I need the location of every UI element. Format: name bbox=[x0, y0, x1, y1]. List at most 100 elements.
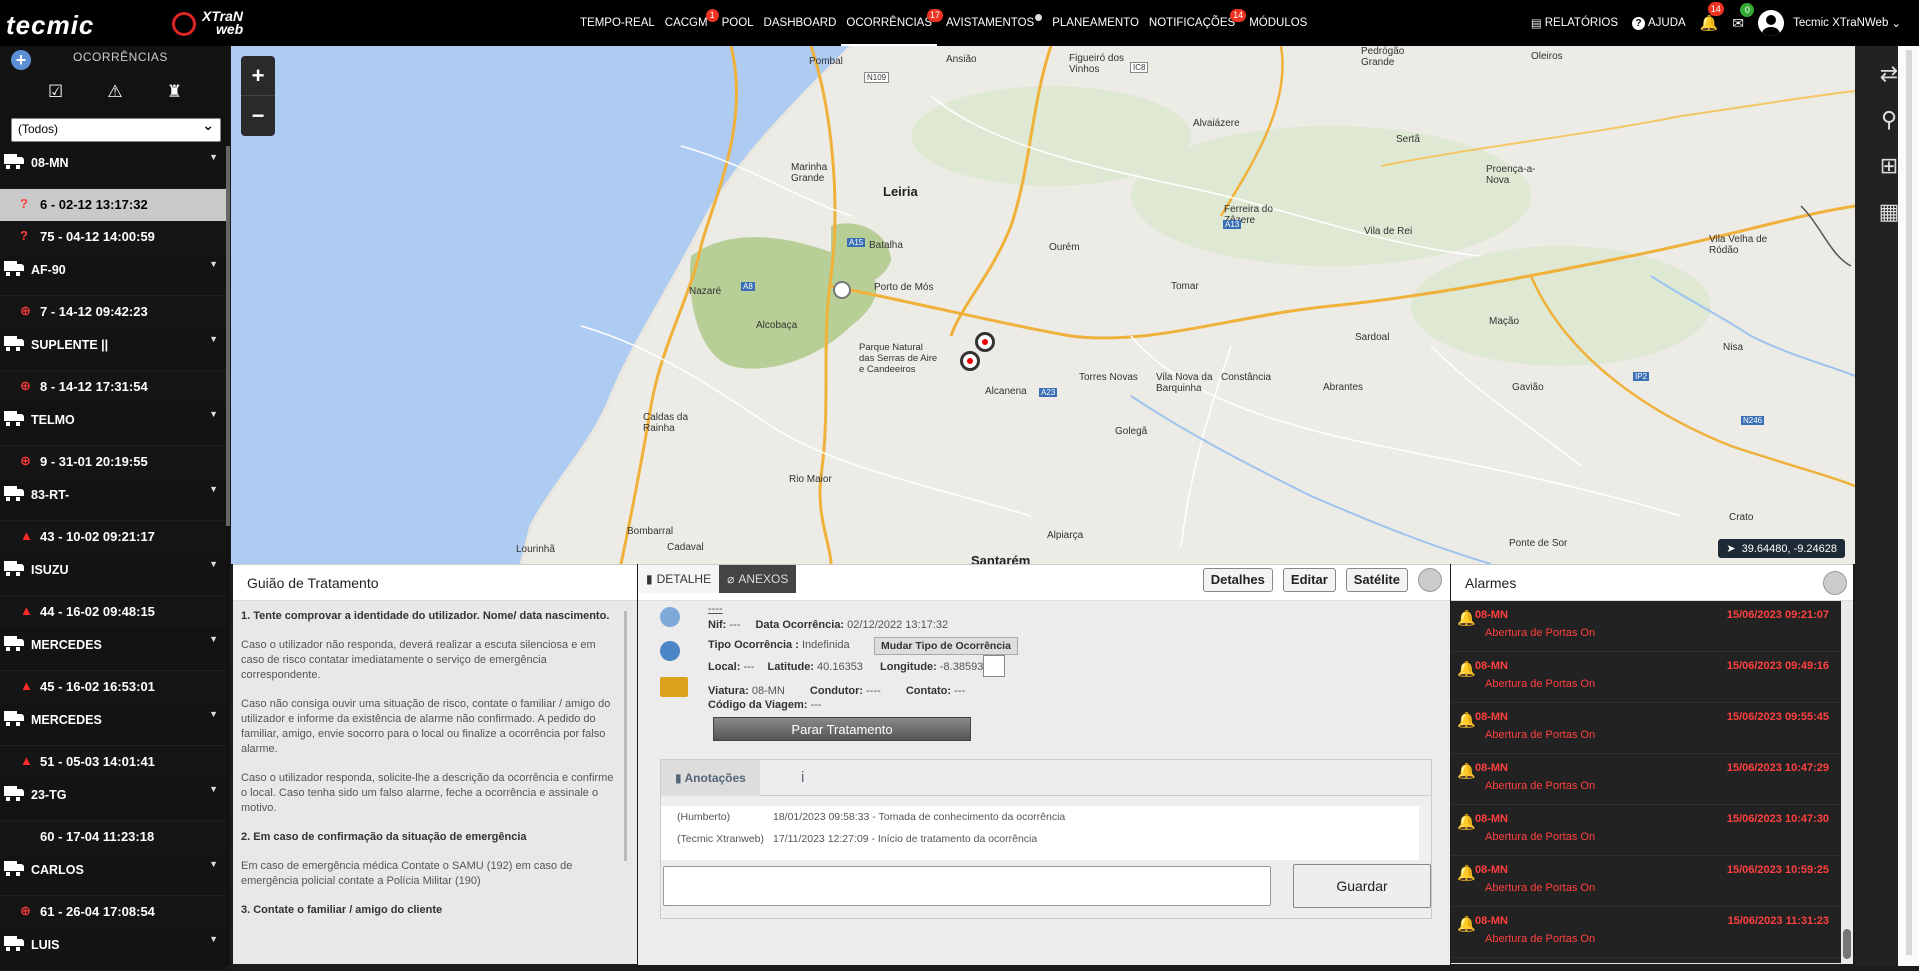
occurrence-marker-icon[interactable] bbox=[960, 351, 980, 371]
nav-ocorrencias[interactable]: OCORRÊNCIAS 17 bbox=[841, 0, 944, 46]
map-view[interactable]: Pombal Ansião Figueiró dos Vinhos Pedróg… bbox=[231, 46, 1855, 564]
vehicle-group[interactable]: SUPLENTE || ▼ bbox=[0, 328, 226, 371]
vehicle-group[interactable]: TELMO ▼ bbox=[0, 403, 226, 446]
caret-down-icon[interactable]: ▼ bbox=[209, 934, 218, 944]
detalhes-button[interactable]: Detalhes bbox=[1202, 568, 1273, 592]
nav-pool[interactable]: POOL bbox=[717, 0, 759, 46]
alarm-item[interactable]: 🔔 08-MN 15/06/2023 10:59:25 Abertura de Por… bbox=[1451, 856, 1841, 907]
alarm-item[interactable]: 🔔 08-MN 15/06/2023 10:47:29 Abertura de Por… bbox=[1451, 754, 1841, 805]
location-arrow-icon: ➤ bbox=[1726, 543, 1736, 555]
vehicle-group[interactable]: LUIS ▼ bbox=[0, 928, 226, 971]
messages-link[interactable]: ✉ 0 bbox=[1732, 2, 1755, 32]
vehicle-group[interactable]: 83-RT- ▼ bbox=[0, 478, 226, 521]
ajuda-link[interactable]: ? AJUDA bbox=[1632, 16, 1686, 30]
occurrence-label: 7 - 14-12 09:42:23 bbox=[40, 304, 148, 319]
clock-icon bbox=[660, 641, 680, 661]
nav-avistamentos-dot bbox=[1035, 14, 1043, 21]
tab-anexos[interactable]: ⌀ ANEXOS bbox=[719, 565, 797, 593]
caret-down-icon[interactable]: ▼ bbox=[209, 259, 218, 269]
nav-avistamentos[interactable]: AVISTAMENTOS bbox=[941, 0, 1043, 46]
map-label-marinha-grande: Marinha Grande bbox=[791, 162, 828, 184]
alarm-scrollbar[interactable] bbox=[1841, 601, 1853, 963]
parar-tratamento-button[interactable]: Parar Tratamento bbox=[713, 717, 971, 741]
occurrence-item[interactable]: ▲ 51 - 05-03 14:01:41 bbox=[0, 746, 226, 778]
map-label-batalha: Batalha bbox=[869, 240, 903, 251]
nav-planeamento[interactable]: PLANEAMENTO bbox=[1047, 0, 1144, 46]
nav-cacgm[interactable]: CACGM 1 bbox=[660, 0, 719, 46]
occurrence-item[interactable]: ▲ 45 - 16-02 16:53:01 bbox=[0, 671, 226, 703]
nav-modulos[interactable]: MÓDULOS bbox=[1244, 0, 1312, 46]
zoom-out-button[interactable]: − bbox=[241, 96, 275, 136]
satelite-button[interactable]: Satélite bbox=[1345, 568, 1408, 592]
caret-down-icon[interactable]: ▼ bbox=[209, 784, 218, 794]
caret-down-icon[interactable]: ▼ bbox=[209, 409, 218, 419]
tab-detalhe[interactable]: ▮ DETALHE bbox=[638, 565, 720, 593]
vehicle-name: MERCEDES bbox=[31, 713, 102, 727]
occurrence-item[interactable]: ⊕ 61 - 26-04 17:08:54 bbox=[0, 896, 226, 928]
alarm-item[interactable]: 🔔 08-MN 15/06/2023 09:55:45 Abertura de Por… bbox=[1451, 703, 1841, 754]
person-icon[interactable]: ♜ bbox=[163, 82, 185, 102]
globe-icon[interactable] bbox=[1823, 571, 1847, 595]
vehicle-pin-icon[interactable] bbox=[833, 281, 851, 299]
coordinates-readout: ➤ 39.64480, -9.24628 bbox=[1718, 539, 1845, 558]
nav-dashboard[interactable]: DASHBOARD bbox=[759, 0, 842, 46]
tab-anotacoes[interactable]: ▮ Anotações bbox=[661, 760, 760, 796]
nav-tempo-real[interactable]: TEMPO-REAL bbox=[575, 0, 660, 46]
occurrence-item[interactable]: ▲ 44 - 16-02 09:48:15 bbox=[0, 596, 226, 628]
notes-scrollbar[interactable] bbox=[1419, 806, 1431, 860]
vehicle-group[interactable]: CARLOS ▼ bbox=[0, 853, 226, 896]
alarm-vehicle: 08-MN bbox=[1475, 711, 1509, 723]
caret-down-icon[interactable]: ▼ bbox=[209, 634, 218, 644]
occurrence-item[interactable]: ⊕ 7 - 14-12 09:42:23 bbox=[0, 296, 226, 328]
occurrence-item[interactable]: ⊕ 8 - 14-12 17:31:54 bbox=[0, 371, 226, 403]
vehicle-group[interactable]: ISUZU ▼ bbox=[0, 553, 226, 596]
clipboard-icon: ▮ bbox=[646, 572, 653, 586]
checked-tray-icon[interactable]: ☑ bbox=[45, 82, 67, 102]
alarm-item[interactable]: 🔔 08-MN 15/06/2023 09:49:16 Abertura de Por… bbox=[1451, 652, 1841, 703]
copy-coordinates-icon[interactable] bbox=[983, 655, 1005, 677]
warning-icon[interactable]: ⚠ bbox=[104, 82, 126, 102]
tab-info[interactable]: i bbox=[787, 760, 818, 796]
editar-button[interactable]: Editar bbox=[1282, 568, 1336, 592]
caret-down-icon[interactable]: ▼ bbox=[209, 334, 218, 344]
globe-icon[interactable] bbox=[1418, 568, 1442, 592]
occurrence-filter-select[interactable]: (Todos) bbox=[11, 117, 221, 142]
caret-down-icon[interactable]: ▼ bbox=[209, 559, 218, 569]
occurrence-item[interactable]: ⊕ 9 - 31-01 20:19:55 bbox=[0, 446, 226, 478]
vehicle-group[interactable]: MERCEDES ▼ bbox=[0, 703, 226, 746]
occurrence-item[interactable]: 60 - 17-04 11:23:18 bbox=[0, 821, 226, 853]
tecmic-logo[interactable]: tecmic bbox=[6, 10, 94, 41]
occurrence-item[interactable]: ? 6 - 02-12 13:17:32 bbox=[0, 189, 226, 221]
caret-down-icon[interactable]: ▼ bbox=[209, 859, 218, 869]
mail-icon: ✉ bbox=[1732, 14, 1745, 31]
alarm-item[interactable]: 🔔 08-MN 15/06/2023 09:21:07 Abertura de Por… bbox=[1451, 601, 1841, 652]
vehicle-group[interactable]: 08-MN ▼ bbox=[0, 146, 226, 189]
page-scrollbar[interactable] bbox=[1906, 50, 1912, 955]
mudar-tipo-button[interactable]: Mudar Tipo de Ocorrência bbox=[874, 637, 1018, 655]
map-label-vila-velha: Vila Velha de Ródão bbox=[1709, 234, 1768, 256]
note-input[interactable] bbox=[663, 866, 1271, 906]
map-label-nazare: Nazaré bbox=[689, 286, 722, 297]
guide-scrollbar[interactable] bbox=[624, 611, 627, 861]
vehicle-group[interactable]: AF-90 ▼ bbox=[0, 253, 226, 296]
relatorios-link[interactable]: ▤ RELATÓRIOS bbox=[1531, 16, 1618, 30]
occurrence-marker-icon[interactable] bbox=[975, 332, 995, 352]
sidebar-scrollbar[interactable] bbox=[226, 146, 230, 526]
caret-down-icon[interactable]: ▼ bbox=[209, 152, 218, 162]
road-a8: A8 bbox=[741, 282, 755, 291]
occurrence-item[interactable]: ▲ 43 - 10-02 09:21:17 bbox=[0, 521, 226, 553]
add-occurrence-button[interactable]: + bbox=[11, 50, 31, 70]
caret-down-icon[interactable]: ▼ bbox=[209, 484, 218, 494]
alarm-item[interactable]: 🔔 08-MN 15/06/2023 11:31:23 Abertura de Por… bbox=[1451, 907, 1841, 958]
notifications-bell[interactable]: 🔔 14 bbox=[1700, 2, 1724, 32]
alarm-item[interactable]: 🔔 08-MN 15/06/2023 10:47:30 Abertura de Por… bbox=[1451, 805, 1841, 856]
occurrence-item[interactable]: ? 75 - 04-12 14:00:59 bbox=[0, 221, 226, 253]
nav-notificacoes[interactable]: NOTIFICAÇÕES 14 bbox=[1144, 0, 1247, 46]
guardar-button[interactable]: Guardar bbox=[1293, 864, 1431, 908]
vehicle-group[interactable]: 23-TG ▼ bbox=[0, 778, 226, 821]
map-label-alcobaca: Alcobaça bbox=[756, 320, 798, 331]
vehicle-group[interactable]: MERCEDES ▼ bbox=[0, 628, 226, 671]
user-menu[interactable]: Tecmic XTraNWeb ⌄ bbox=[1758, 10, 1901, 36]
caret-down-icon[interactable]: ▼ bbox=[209, 709, 218, 719]
zoom-in-button[interactable]: + bbox=[241, 56, 275, 96]
